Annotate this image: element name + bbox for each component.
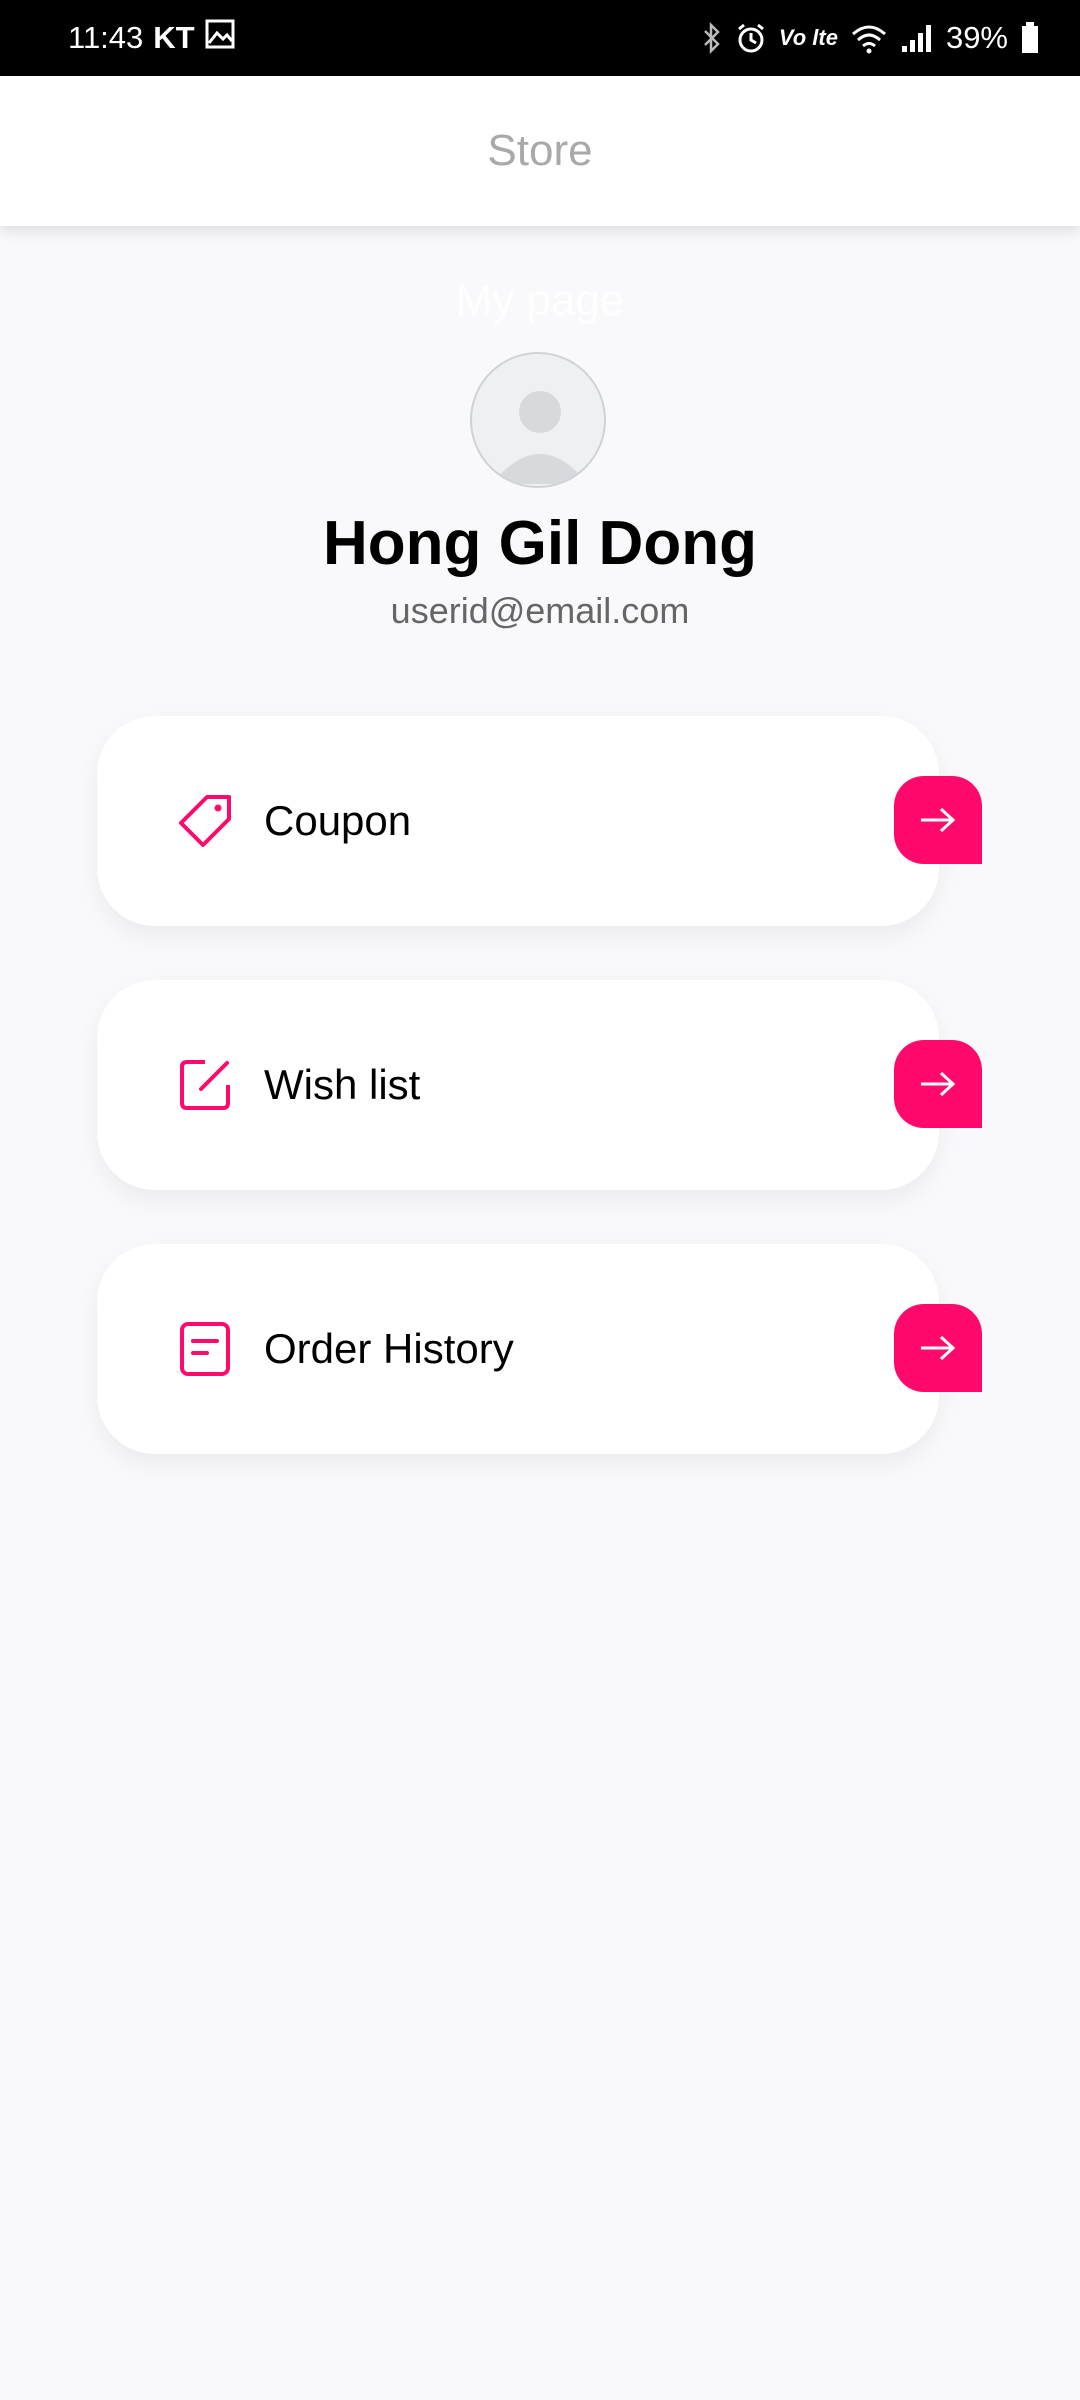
status-time: 11:43 bbox=[68, 20, 144, 55]
signal-icon bbox=[900, 22, 934, 54]
arrow-right-icon bbox=[921, 1071, 956, 1097]
wishlist-card[interactable]: Wish list bbox=[97, 980, 939, 1190]
battery-icon bbox=[1020, 21, 1040, 55]
status-right: Vo lte 39% bbox=[701, 20, 1040, 56]
avatar bbox=[470, 352, 606, 488]
wifi-icon bbox=[850, 22, 888, 54]
coupon-label: Coupon bbox=[264, 797, 412, 844]
arrow-right-icon bbox=[921, 1335, 956, 1361]
battery-percent: 39% bbox=[945, 20, 1008, 55]
bluetooth-icon bbox=[701, 22, 723, 54]
profile-email: userid@email.com bbox=[390, 590, 690, 631]
app-bar-title: Store bbox=[487, 126, 593, 175]
document-icon bbox=[177, 1321, 233, 1377]
coupon-card[interactable]: Coupon bbox=[97, 716, 939, 926]
gallery-notification-icon bbox=[205, 19, 235, 57]
status-carrier: KT bbox=[153, 20, 195, 55]
wishlist-arrow-button[interactable] bbox=[894, 1040, 982, 1128]
person-icon bbox=[492, 391, 588, 484]
order-history-card[interactable]: Order History bbox=[97, 1244, 939, 1454]
status-bar: 11:43 KT Vo lte 39% bbox=[0, 0, 1080, 76]
volte-icon: Vo lte bbox=[778, 25, 838, 50]
profile-name: Hong Gil Dong bbox=[323, 509, 757, 578]
coupon-arrow-button[interactable] bbox=[894, 776, 982, 864]
order-history-label: Order History bbox=[264, 1325, 514, 1372]
status-left: 11:43 KT bbox=[68, 19, 235, 57]
edit-square-icon bbox=[177, 1057, 233, 1113]
arrow-right-icon bbox=[921, 807, 956, 833]
tag-icon bbox=[177, 793, 233, 849]
alarm-icon bbox=[735, 22, 767, 54]
app-bar: Store bbox=[0, 76, 1080, 226]
page-title: My page bbox=[455, 276, 625, 325]
wishlist-label: Wish list bbox=[264, 1061, 421, 1108]
order-history-arrow-button[interactable] bbox=[894, 1304, 982, 1392]
